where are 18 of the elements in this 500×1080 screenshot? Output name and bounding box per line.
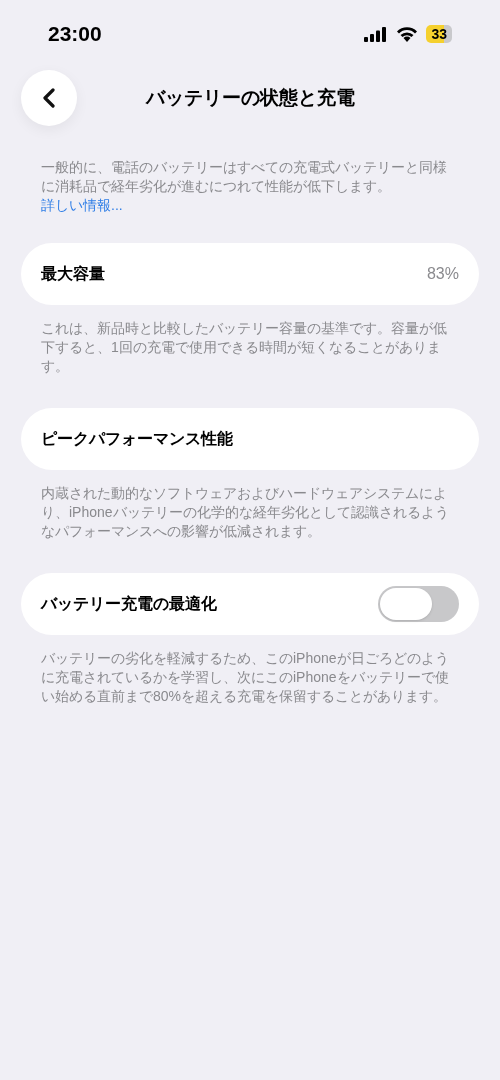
back-chevron-icon <box>42 88 56 108</box>
row-value: 83% <box>426 264 459 284</box>
page-title: バッテリーの状態と充電 <box>145 85 355 110</box>
row-label: 最大容量 <box>41 264 105 284</box>
status-time: 23:00 <box>48 21 102 48</box>
section-footer: これは、新品時と比較したバッテリー容量の基準です。容量が低下すると、1回の充電で使用できる時間が短くなることがあります。 <box>21 319 479 376</box>
signal-icon <box>364 26 389 42</box>
row-label: ピークパフォーマンス性能 <box>41 429 233 449</box>
settings-row[interactable]: 最大容量 83% <box>21 243 479 305</box>
intro-text: 一般的に、電話のバッテリーはすべての充電式バッテリーと同様に消耗品で経年劣化が進むにつれて性能が低下します。 <box>41 158 448 196</box>
settings-row[interactable]: ピークパフォーマンス性能 <box>21 408 479 470</box>
row-label: バッテリー充電の最適化 <box>41 594 217 614</box>
section-footer: 内蔵された動的なソフトウェアおよびハードウェアシステムにより、iPhoneバッテリーの化学的な経年劣化として認識されるようなパフォーマンスへの影響が低減されます。 <box>21 484 479 541</box>
toggle-switch[interactable] <box>378 586 459 622</box>
back-button[interactable] <box>21 70 77 126</box>
more-info-link[interactable]: 詳しい情報... <box>41 197 123 213</box>
section-footer: バッテリーの劣化を軽減するため、このiPhoneが日ごろどのように充電されているかを学習し、次にこのiPhoneをバッテリーで使い始める直前まで80%を超える充電を保留することがあります。 <box>21 649 479 706</box>
wifi-icon <box>396 26 419 42</box>
